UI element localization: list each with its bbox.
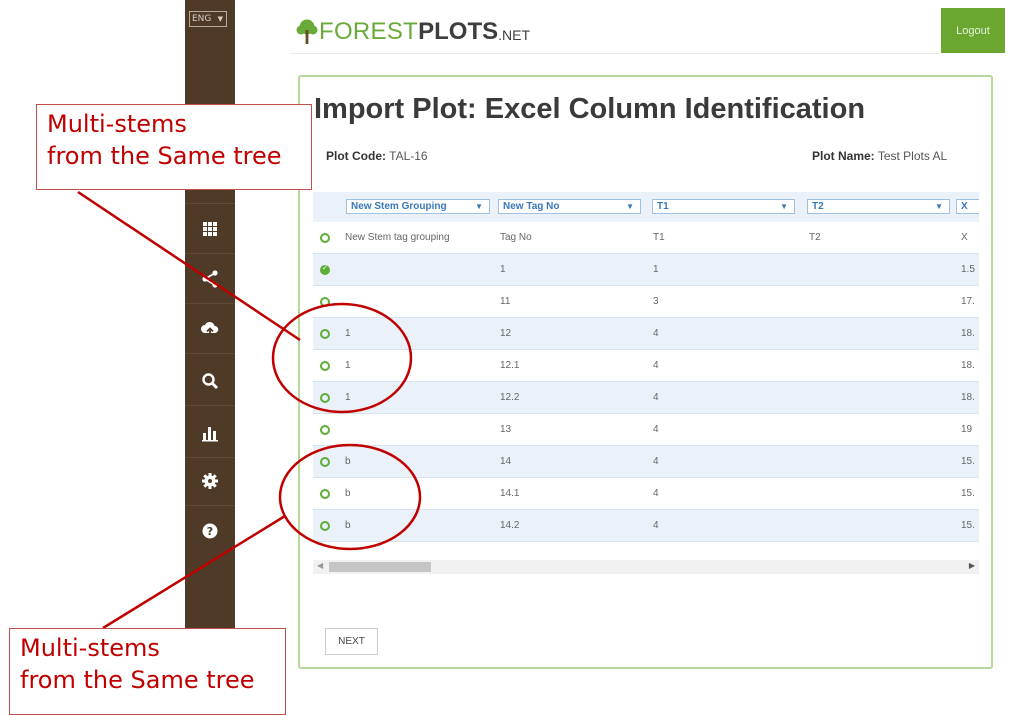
row-radio-button[interactable] [320, 361, 330, 371]
row-radio-button[interactable] [320, 425, 330, 435]
share-icon[interactable] [185, 266, 235, 292]
scroll-right-icon[interactable]: ▶ [969, 561, 975, 570]
table-row[interactable]: 111.5 [313, 254, 979, 286]
cell-t1: 4 [653, 424, 659, 435]
row-radio-button[interactable] [320, 489, 330, 499]
svg-text:?: ? [207, 525, 213, 538]
cell-grouping: New Stem tag grouping [345, 232, 450, 243]
dropdown-arrow-icon: ▼ [475, 202, 483, 211]
column-select-t2[interactable]: T2 ▼ [807, 199, 950, 214]
cloud-upload-icon[interactable] [185, 316, 235, 342]
table-row[interactable]: 1 12 4 18. [313, 318, 979, 350]
row-radio-button[interactable] [320, 264, 330, 275]
page-title: Import Plot: Excel Column Identification [314, 93, 866, 125]
row-radio-button[interactable] [320, 297, 330, 307]
language-label: ENG [192, 14, 212, 24]
table-row[interactable]: 1 12.2 4 18. [313, 382, 979, 414]
cell-grouping: b [345, 520, 351, 531]
help-icon[interactable]: ? [185, 518, 235, 544]
next-button[interactable]: NEXT [325, 628, 378, 655]
column-select-new-tag-no[interactable]: New Tag No ▼ [498, 199, 641, 214]
dropdown-arrow-icon: ▼ [780, 202, 788, 211]
cell-tag: 14 [500, 456, 512, 467]
search-icon[interactable] [185, 368, 235, 394]
tree-logo-icon [296, 19, 318, 44]
chevron-down-icon: ▼ [217, 15, 223, 23]
cell-x: 1.5 [961, 264, 975, 275]
logout-button[interactable]: Logout [941, 8, 1005, 53]
plot-name: Plot Name: Test Plots AL [812, 149, 948, 163]
cell-tag: 13 [500, 424, 512, 435]
table-row[interactable]: b 14.1 4 15. [313, 478, 979, 510]
table-row[interactable]: 13 4 19 [313, 414, 979, 446]
row-radio-button[interactable] [320, 233, 330, 243]
cell-t1: 3 [653, 296, 659, 307]
annotation-callout-bottom: Multi-stems from the Same tree [9, 628, 286, 715]
cell-tag: 14.1 [500, 488, 520, 499]
cell-t1: T1 [653, 232, 665, 243]
cell-grouping: b [345, 456, 351, 467]
table-row[interactable]: b 14.2 4 15. [313, 510, 979, 542]
cell-tag: 14.2 [500, 520, 520, 531]
sidebar: ENG ▼ ? [185, 0, 235, 683]
cell-tag: 12 [500, 328, 512, 339]
cell-t1: 4 [653, 392, 659, 403]
cell-tag: 12.2 [500, 392, 520, 403]
row-radio-button[interactable] [320, 329, 330, 339]
cell-tag: 1 [500, 264, 506, 275]
row-radio-button[interactable] [320, 457, 330, 467]
language-selector[interactable]: ENG ▼ [189, 11, 227, 27]
cell-x: 15. [961, 520, 975, 531]
gear-icon[interactable] [185, 468, 235, 494]
cell-grouping: 1 [345, 392, 351, 403]
column-select-x[interactable]: X [956, 199, 979, 214]
cell-x: X [961, 232, 968, 243]
cell-tag: 12.1 [500, 360, 520, 371]
column-select-new-stem-grouping[interactable]: New Stem Grouping ▼ [346, 199, 490, 214]
excel-columns-table: New Stem Grouping ▼ New Tag No ▼ T1 ▼ T2 ▼ X… [313, 192, 979, 544]
cell-t1: 4 [653, 488, 659, 499]
column-select-t1[interactable]: T1 ▼ [652, 199, 795, 214]
dropdown-arrow-icon: ▼ [935, 202, 943, 211]
dropdown-arrow-icon: ▼ [626, 202, 634, 211]
plot-code: Plot Code: TAL-16 [326, 149, 428, 163]
cell-t1: 4 [653, 456, 659, 467]
cell-t2: T2 [809, 232, 821, 243]
cell-grouping: 1 [345, 328, 351, 339]
cell-x: 19 [961, 424, 973, 435]
cell-x: 15. [961, 456, 975, 467]
table-row[interactable]: New Stem tag grouping Tag No T1 T2 X [313, 222, 979, 254]
row-radio-button[interactable] [320, 393, 330, 403]
header-divider [290, 53, 940, 54]
table-horizontal-scrollbar[interactable]: ◀ ▶ [313, 560, 979, 574]
cell-grouping: b [345, 488, 351, 499]
cell-x: 15. [961, 488, 975, 499]
column-select-row: New Stem Grouping ▼ New Tag No ▼ T1 ▼ T2 ▼ X [313, 192, 979, 222]
cell-t1: 1 [653, 264, 659, 275]
cell-x: 18. [961, 328, 975, 339]
forestplots-logo[interactable]: FOREST PLOTS .NET [296, 18, 530, 46]
scroll-left-icon[interactable]: ◀ [317, 561, 323, 570]
table-row[interactable]: 11 3 17. [313, 286, 979, 318]
cell-x: 17. [961, 296, 975, 307]
table-row[interactable]: 1 12.1 4 18. [313, 350, 979, 382]
cell-t1: 4 [653, 328, 659, 339]
table-row[interactable]: b 14 4 15. [313, 446, 979, 478]
bar-chart-icon[interactable] [185, 420, 235, 446]
scrollbar-thumb[interactable] [329, 562, 431, 572]
row-radio-button[interactable] [320, 521, 330, 531]
cell-t1: 4 [653, 360, 659, 371]
annotation-callout-top: Multi-stems from the Same tree [36, 104, 312, 190]
cell-grouping: 1 [345, 360, 351, 371]
cell-tag: 11 [500, 296, 511, 307]
cell-tag: Tag No [500, 232, 532, 243]
cell-t1: 4 [653, 520, 659, 531]
cell-x: 18. [961, 392, 975, 403]
grid-icon[interactable] [185, 216, 235, 242]
cell-x: 18. [961, 360, 975, 371]
